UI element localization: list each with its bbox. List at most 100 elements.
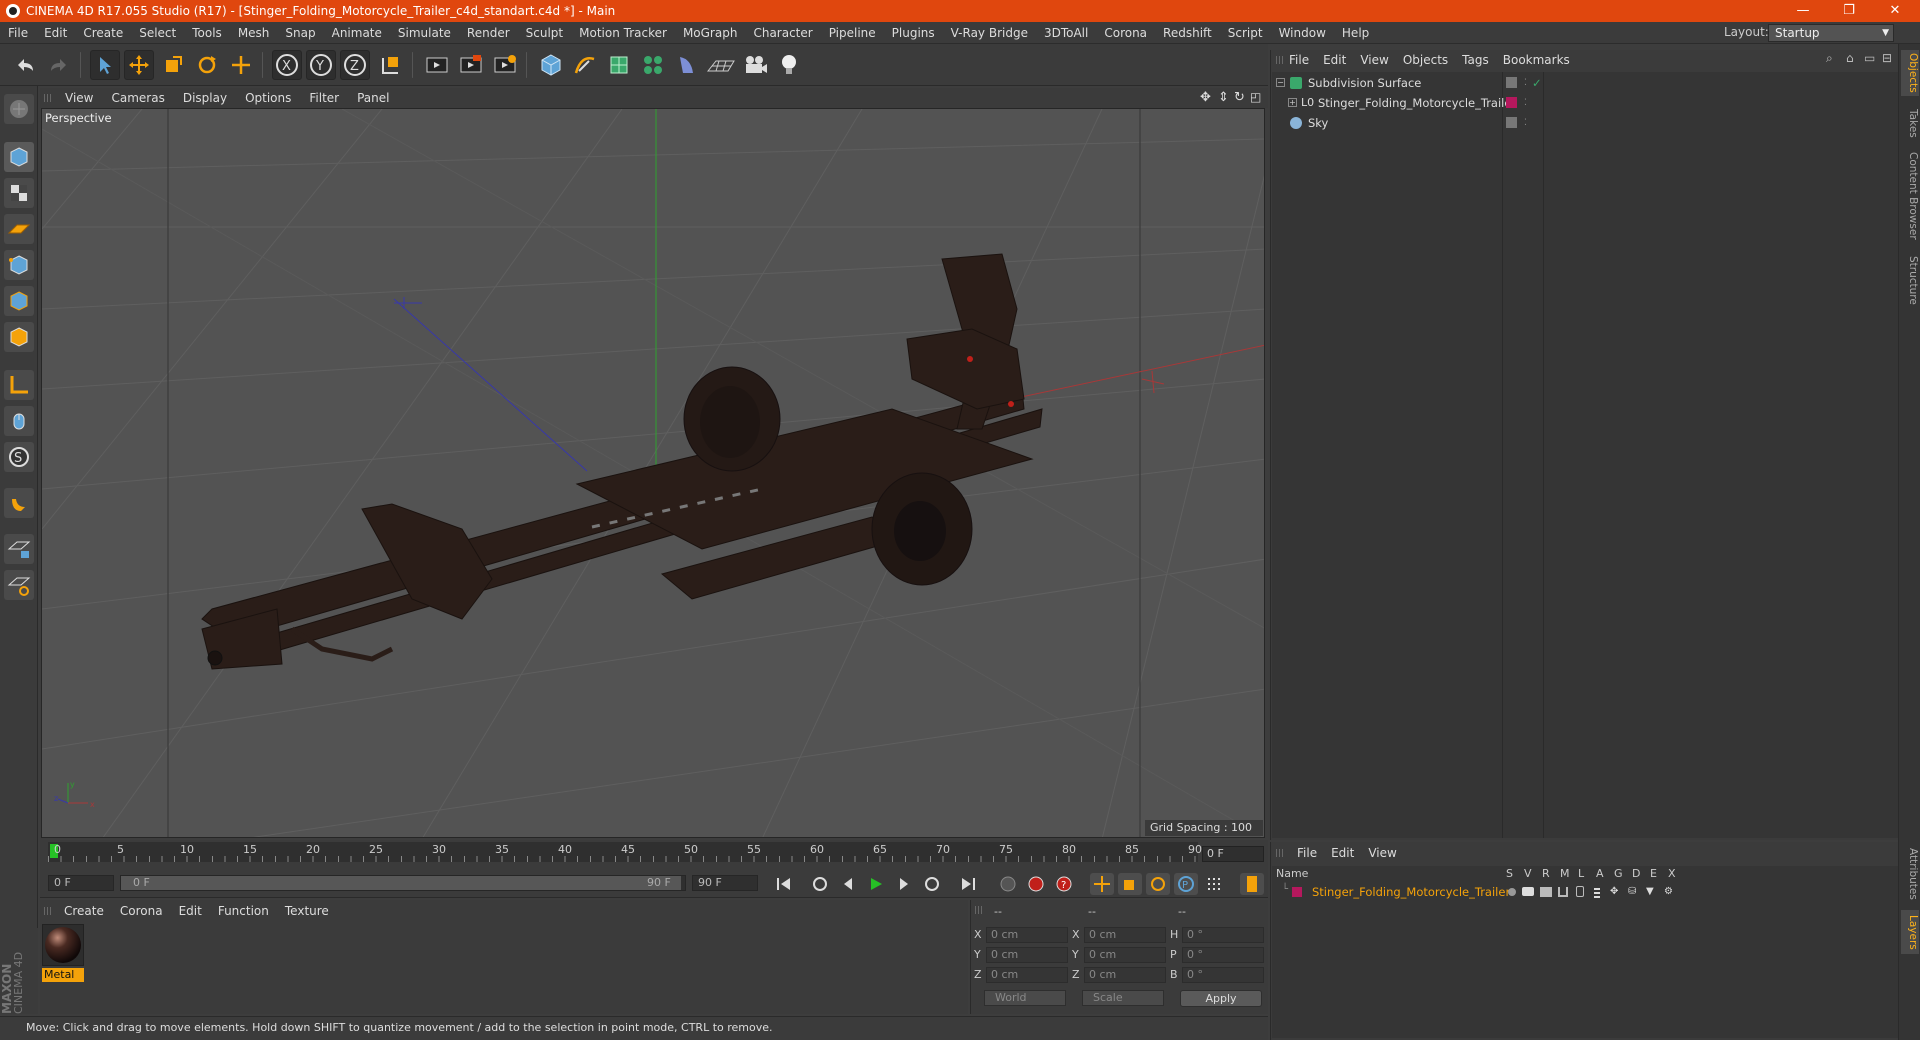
keyframe-selection-icon[interactable]: ?	[1052, 873, 1076, 895]
coord-pos-y-field[interactable]: 0 cm	[986, 947, 1068, 963]
lock-toggle-icon[interactable]	[1576, 886, 1584, 897]
object-menu-view[interactable]: View	[1353, 53, 1395, 67]
autokeying-icon[interactable]	[1024, 873, 1048, 895]
move-icon[interactable]	[124, 50, 154, 80]
menu-mograph[interactable]: MoGraph	[675, 26, 746, 40]
viewport-menu-view[interactable]: View	[56, 91, 102, 105]
coord-size-y-field[interactable]: 0 cm	[1084, 947, 1166, 963]
redo-icon[interactable]	[44, 50, 74, 80]
material-menu-texture[interactable]: Texture	[277, 904, 337, 918]
viewport-menu-display[interactable]: Display	[174, 91, 236, 105]
undo-icon[interactable]	[10, 50, 40, 80]
expand-icon[interactable]: +	[1288, 98, 1297, 107]
object-menu-file[interactable]: File	[1282, 53, 1316, 67]
object-row-subdivision[interactable]: − Subdivision Surface ⁚ ✓	[1272, 74, 1898, 92]
object-menu-edit[interactable]: Edit	[1316, 53, 1353, 67]
render-view-icon[interactable]	[422, 50, 452, 80]
coord-rot-p-field[interactable]: 0 °	[1182, 947, 1264, 963]
close-button[interactable]: ✕	[1872, 0, 1918, 22]
collapse-icon[interactable]: −	[1276, 78, 1285, 87]
layer-menu-view[interactable]: View	[1361, 846, 1403, 860]
menu-sculpt[interactable]: Sculpt	[518, 26, 571, 40]
go-to-end-icon[interactable]	[956, 873, 980, 895]
key-pla-icon[interactable]	[1202, 873, 1226, 895]
menu-script[interactable]: Script	[1220, 26, 1271, 40]
texture-mode-icon[interactable]	[4, 178, 34, 208]
perspective-viewport[interactable]: y x z	[41, 108, 1265, 838]
layer-swatch-icon[interactable]	[1506, 77, 1517, 88]
object-menu-objects[interactable]: Objects	[1396, 53, 1455, 67]
visibility-dots-icon[interactable]: ⁚	[1524, 114, 1527, 132]
polygons-mode-icon[interactable]	[4, 322, 34, 352]
tweak-mode-icon[interactable]	[4, 406, 34, 436]
layer-menu-file[interactable]: File	[1290, 846, 1324, 860]
maximize-button[interactable]: ❐	[1826, 0, 1872, 22]
select-arrow-icon[interactable]	[90, 50, 120, 80]
layer-col-m[interactable]: M	[1560, 866, 1570, 882]
tab-layers[interactable]: Layers	[1901, 910, 1919, 954]
light-icon[interactable]	[774, 50, 804, 80]
viewport-menu-options[interactable]: Options	[236, 91, 300, 105]
menu-pipeline[interactable]: Pipeline	[821, 26, 884, 40]
object-menu-tags[interactable]: Tags	[1455, 53, 1496, 67]
view-toggle-icon[interactable]	[1522, 887, 1534, 896]
next-key-icon[interactable]	[920, 873, 944, 895]
deformer-icon[interactable]	[672, 50, 702, 80]
coord-mode-select[interactable]: World	[984, 990, 1066, 1006]
animation-toggle-icon[interactable]	[1594, 886, 1600, 898]
zoom-view-icon[interactable]: ⇕	[1218, 90, 1229, 105]
record-keys-icon[interactable]	[996, 873, 1020, 895]
search-icon[interactable]: ⌕	[1826, 51, 1833, 66]
manager-toggle-icon[interactable]	[1558, 887, 1568, 897]
layer-col-a[interactable]: A	[1596, 866, 1604, 882]
subdivision-nurbs-icon[interactable]	[604, 50, 634, 80]
layer-col-x[interactable]: X	[1668, 866, 1676, 882]
rotate-view-icon[interactable]: ↻	[1234, 90, 1245, 105]
lock-view-icon[interactable]: ⊟	[1882, 51, 1892, 65]
coord-pos-z-field[interactable]: 0 cm	[986, 967, 1068, 983]
material-menu-function[interactable]: Function	[210, 904, 277, 918]
layer-row[interactable]: └ Stinger_Folding_Motorcycle_Trailer ✥ ⛁…	[1272, 884, 1898, 900]
viewport-menu-cameras[interactable]: Cameras	[102, 91, 173, 105]
apply-button[interactable]: Apply	[1180, 990, 1262, 1007]
y-axis-icon[interactable]: Y	[306, 50, 336, 80]
move-view-icon[interactable]: ✥	[1200, 90, 1211, 105]
menu-character[interactable]: Character	[745, 26, 820, 40]
render-picture-viewer-icon[interactable]	[456, 50, 486, 80]
snapping-icon[interactable]: S	[4, 442, 34, 472]
tab-objects[interactable]: Objects	[1901, 50, 1919, 96]
make-editable-icon[interactable]	[4, 94, 34, 124]
object-menu-bookmarks[interactable]: Bookmarks	[1496, 53, 1577, 67]
previous-frame-icon[interactable]	[836, 873, 860, 895]
solo-toggle-icon[interactable]	[1508, 888, 1516, 896]
generators-toggle-icon[interactable]: ✥	[1610, 886, 1618, 897]
menu-help[interactable]: Help	[1334, 26, 1377, 40]
layer-col-v[interactable]: V	[1524, 866, 1532, 882]
menu-vray-bridge[interactable]: V-Ray Bridge	[943, 26, 1036, 40]
key-scale-icon[interactable]	[1118, 873, 1142, 895]
object-row-trailer[interactable]: + L0 Stinger_Folding_Motorcycle_Trailer …	[1272, 94, 1898, 112]
enabled-check-icon[interactable]: ✓	[1532, 74, 1542, 92]
menu-corona[interactable]: Corona	[1096, 26, 1155, 40]
expressions-toggle-icon[interactable]: ▼	[1646, 886, 1654, 897]
render-toggle-icon[interactable]	[1540, 887, 1552, 897]
viewport-menu-filter[interactable]: Filter	[300, 91, 348, 105]
scale-icon[interactable]	[158, 50, 188, 80]
menu-file[interactable]: File	[0, 26, 36, 40]
menu-select[interactable]: Select	[131, 26, 184, 40]
menu-3dtoall[interactable]: 3DToAll	[1036, 26, 1096, 40]
menu-edit[interactable]: Edit	[36, 26, 75, 40]
key-position-icon[interactable]	[1090, 873, 1114, 895]
previous-key-icon[interactable]	[808, 873, 832, 895]
coordinate-system-icon[interactable]	[376, 50, 406, 80]
tab-takes[interactable]: Takes	[1901, 104, 1919, 142]
edges-mode-icon[interactable]	[4, 286, 34, 316]
coord-size-z-field[interactable]: 0 cm	[1084, 967, 1166, 983]
edit-render-settings-icon[interactable]	[490, 50, 520, 80]
material-menu-corona[interactable]: Corona	[112, 904, 171, 918]
material-thumbnail[interactable]	[42, 924, 84, 966]
key-parameter-icon[interactable]: P	[1174, 873, 1198, 895]
viewport-menu-panel[interactable]: Panel	[348, 91, 398, 105]
play-forward-icon[interactable]	[864, 873, 888, 895]
material-name[interactable]: Metal	[42, 968, 84, 982]
